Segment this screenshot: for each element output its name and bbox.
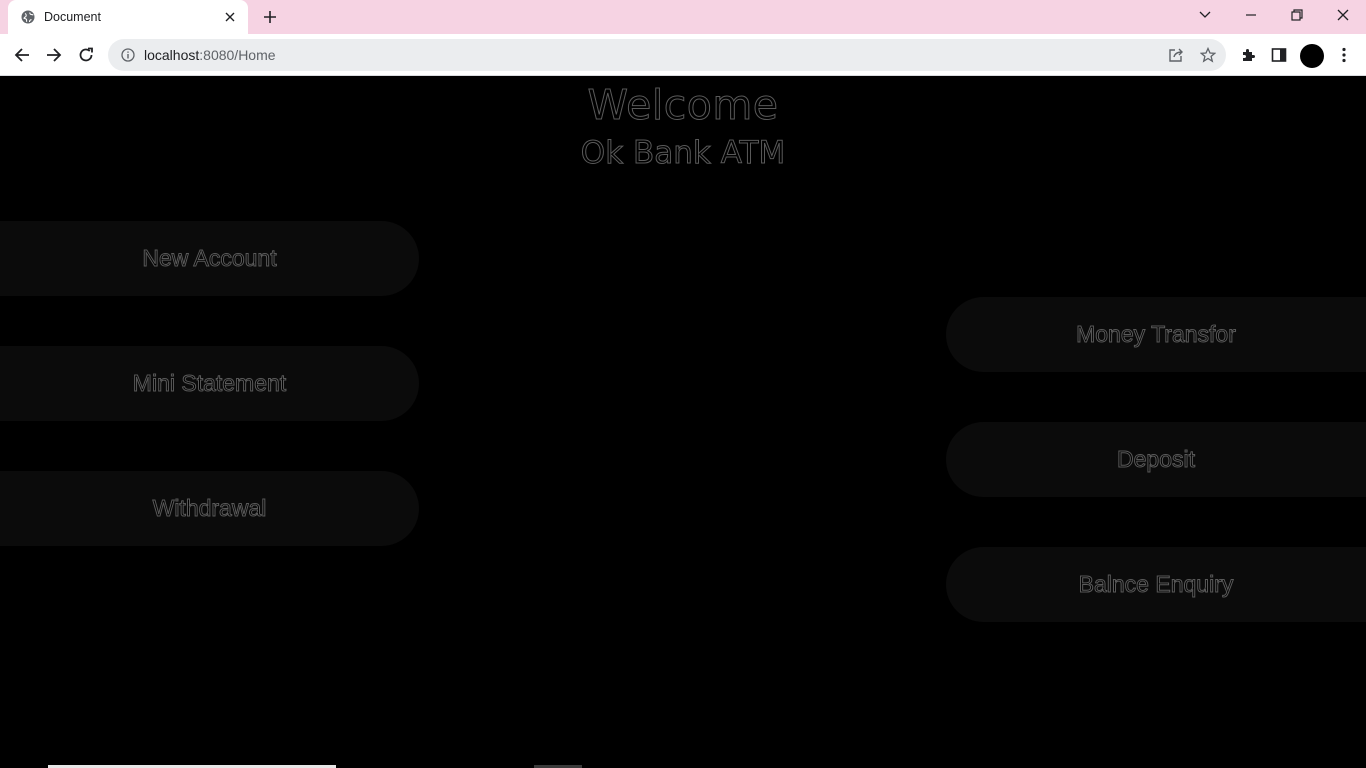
close-icon[interactable] <box>222 9 238 25</box>
deposit-button[interactable]: Deposit <box>946 422 1366 497</box>
mini-statement-button[interactable]: Mini Statement <box>0 346 419 421</box>
tab-search-button[interactable] <box>1182 0 1228 30</box>
atm-home-page: Welcome Ok Bank ATM New Account Mini Sta… <box>0 77 1366 768</box>
money-transfer-button[interactable]: Money Transfor <box>946 297 1366 372</box>
info-icon[interactable] <box>120 47 136 63</box>
withdrawal-button[interactable]: Withdrawal <box>0 471 419 546</box>
minimize-button[interactable] <box>1228 0 1274 30</box>
welcome-heading: Welcome <box>587 81 779 130</box>
browser-tab[interactable]: Document <box>8 0 248 34</box>
tab-strip: Document <box>0 0 1366 34</box>
share-icon[interactable] <box>1164 43 1188 67</box>
url-path: :8080/Home <box>199 47 276 63</box>
url-host: localhost <box>144 47 200 63</box>
back-button[interactable] <box>9 42 35 68</box>
close-window-button[interactable] <box>1320 0 1366 30</box>
side-panel-icon[interactable] <box>1266 42 1292 68</box>
tab-title: Document <box>44 10 101 24</box>
globe-icon <box>20 9 36 25</box>
extensions-icon[interactable] <box>1235 42 1261 68</box>
new-account-button[interactable]: New Account <box>0 221 419 296</box>
address-bar[interactable]: localhost:8080/Home <box>108 39 1226 71</box>
forward-button[interactable] <box>41 42 67 68</box>
bank-name-heading: Ok Bank ATM <box>580 135 786 172</box>
profile-avatar[interactable] <box>1300 44 1324 68</box>
restore-button[interactable] <box>1274 0 1320 30</box>
bookmark-star-icon[interactable] <box>1196 43 1220 67</box>
balance-enquiry-button[interactable]: Balnce Enquiry <box>946 547 1366 622</box>
new-tab-button[interactable] <box>258 6 282 28</box>
reload-button[interactable] <box>73 42 99 68</box>
menu-kebab-icon[interactable] <box>1331 42 1357 68</box>
browser-toolbar: localhost:8080/Home <box>0 34 1366 76</box>
